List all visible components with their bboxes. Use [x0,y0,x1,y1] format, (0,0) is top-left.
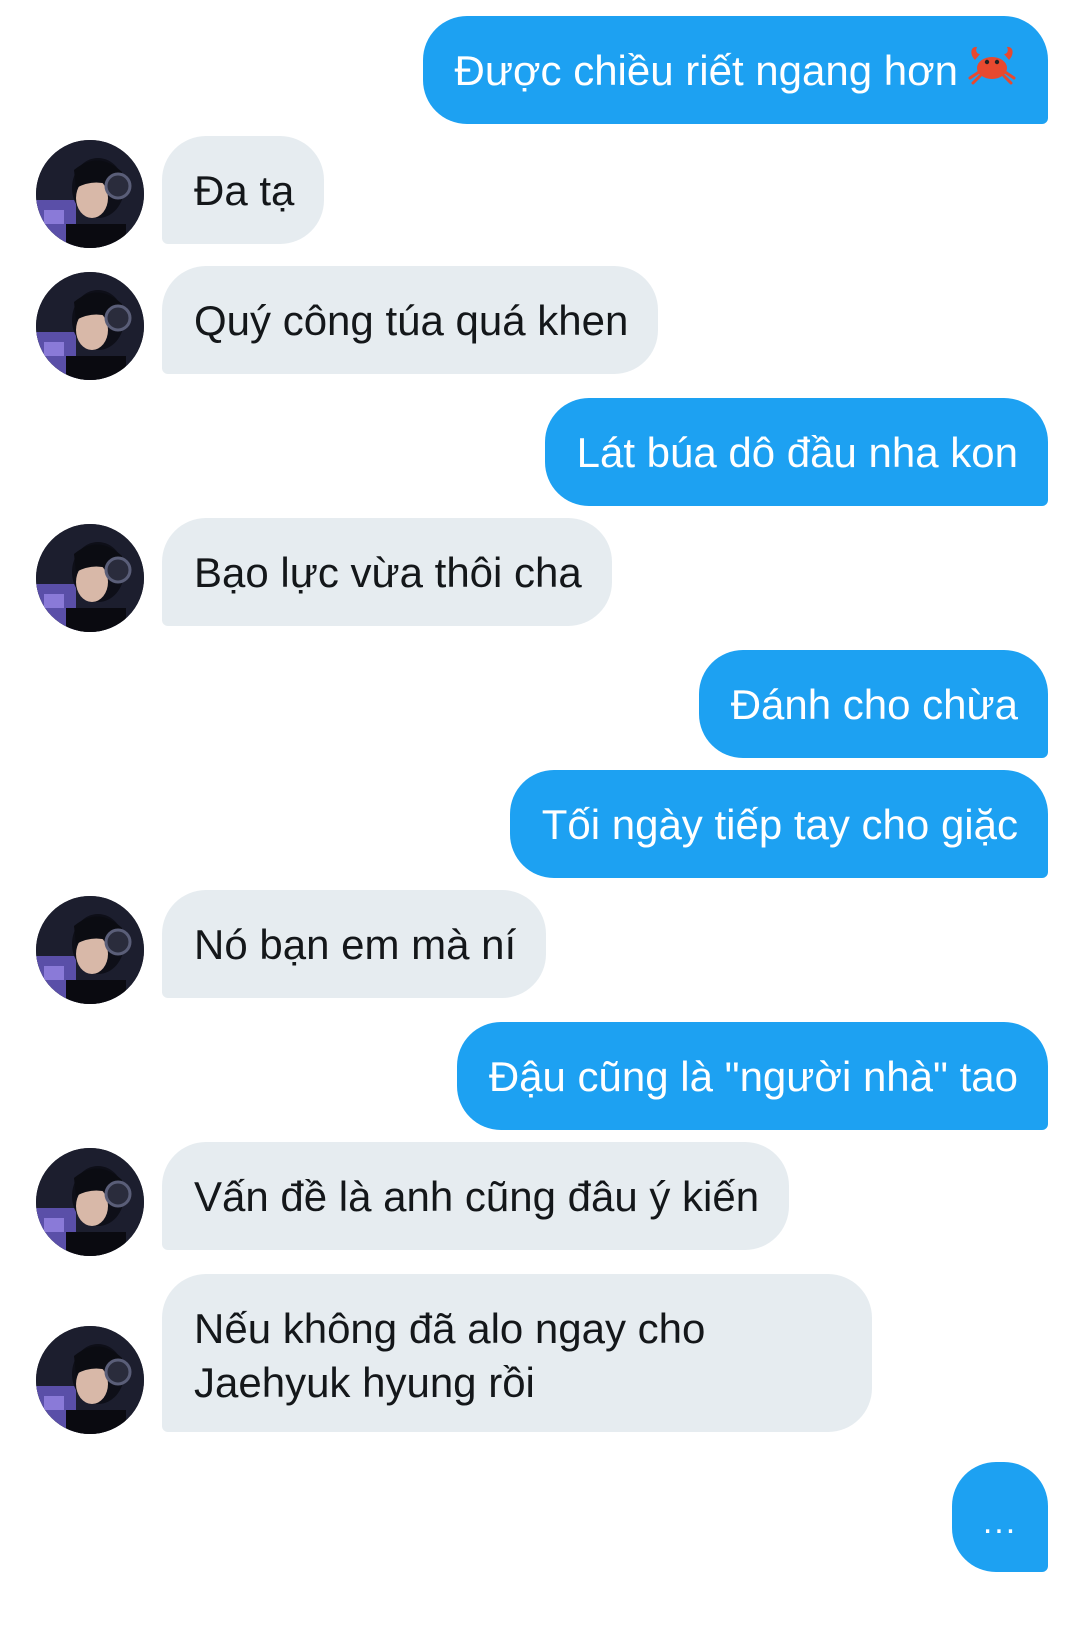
incoming-message-bubble[interactable]: Quý công túa quá khen [162,266,659,374]
user-avatar[interactable] [36,524,144,632]
user-avatar[interactable] [36,140,144,248]
user-avatar[interactable] [36,1326,144,1434]
outgoing-message-bubble[interactable]: Đậu cũng là "người nhà" tao [456,1022,1048,1130]
avatar-photo-icon [36,272,144,380]
incoming-message-bubble[interactable]: Nếu không đã alo ngay cho Jaehyuk hyung … [162,1274,872,1432]
outgoing-message-bubble[interactable]: Tối ngày tiếp tay cho giặc [509,770,1048,878]
incoming-message-bubble[interactable]: Nó bạn em mà ní [162,890,547,998]
avatar-photo-icon [36,140,144,248]
message-text: Bạo lực vừa thôi cha [194,549,582,596]
message-text: Vấn đề là anh cũng đâu ý kiến [194,1173,760,1220]
incoming-message-bubble[interactable]: Bạo lực vừa thôi cha [162,518,612,626]
typing-dots: ... [982,1503,1018,1541]
message-text: Đánh cho chừa [730,681,1018,728]
message-text: Nếu không đã alo ngay cho Jaehyuk hyung … [194,1305,706,1406]
incoming-message-bubble[interactable]: Đa tạ [162,136,325,244]
incoming-message-bubble[interactable]: Vấn đề là anh cũng đâu ý kiến [162,1142,790,1250]
typing-indicator: ... [952,1462,1048,1572]
user-avatar[interactable] [36,1148,144,1256]
message-text: Tối ngày tiếp tay cho giặc [541,801,1018,848]
message-text: Được chiều riết ngang hơn [454,47,958,94]
message-text: Lát búa dô đầu nha kon [576,429,1018,476]
message-text: Quý công túa quá khen [194,297,629,344]
outgoing-message-bubble[interactable]: Được chiều riết ngang hơn [422,16,1048,124]
avatar-photo-icon [36,1326,144,1434]
avatar-photo-icon [36,524,144,632]
avatar-photo-icon [36,896,144,1004]
crab-emoji-icon [966,42,1018,99]
message-text: Đa tạ [194,167,295,214]
message-text: Nó bạn em mà ní [194,921,517,968]
avatar-photo-icon [36,1148,144,1256]
user-avatar[interactable] [36,272,144,380]
outgoing-message-bubble[interactable]: Đánh cho chừa [698,650,1048,758]
message-text: Đậu cũng là "người nhà" tao [488,1053,1018,1100]
outgoing-message-bubble[interactable]: Lát búa dô đầu nha kon [544,398,1048,506]
user-avatar[interactable] [36,896,144,1004]
